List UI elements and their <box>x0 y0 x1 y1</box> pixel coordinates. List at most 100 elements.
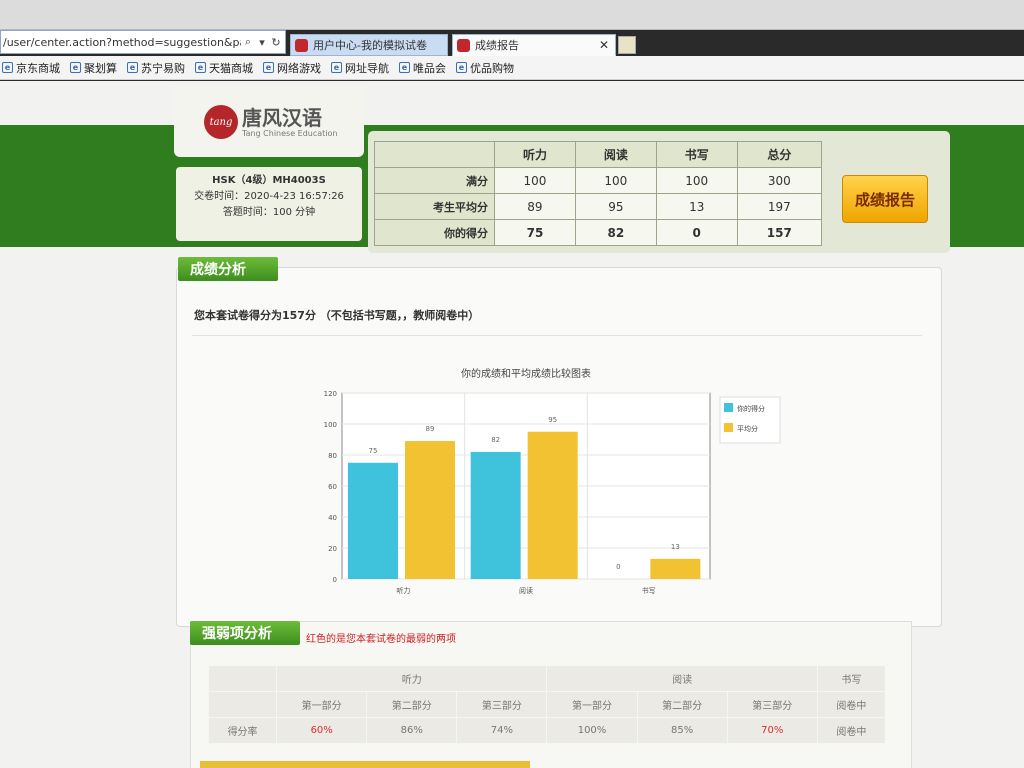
ie-page-icon: e <box>456 62 467 73</box>
score-cell: 100 <box>494 167 576 194</box>
submit-time: 交卷时间：2020-4-23 16:57:26 <box>194 191 344 202</box>
bar <box>348 462 398 579</box>
bookmark-item[interactable]: e 聚划算 <box>70 60 117 76</box>
dropdown-icon[interactable]: ▾ <box>255 35 269 49</box>
score-cell: 300 <box>736 167 823 194</box>
bookmarks-bar: e 京东商城 e 聚划算 e 苏宁易购 e 天猫商城 e 网络游戏 e 网址导航 e 唯品会 … <box>0 56 1024 80</box>
logo-name: 唐风汉语 <box>242 105 322 130</box>
search-icon[interactable]: ⌕ <box>241 35 255 49</box>
logo-mark: tang <box>204 105 238 139</box>
legend-label: 你的得分 <box>737 404 765 413</box>
refresh-icon[interactable]: ↻ <box>269 35 283 49</box>
group-header: 书写 <box>816 665 887 692</box>
x-tick-label: 听力 <box>396 586 410 595</box>
site-logo[interactable]: tang 唐风汉语 Tang Chinese Education <box>174 87 364 157</box>
group-header: 阅读 <box>546 665 818 692</box>
column-header: 书写 <box>655 141 738 168</box>
rate-cell: 86% <box>366 717 458 744</box>
table-corner <box>207 665 278 692</box>
table-row: 满分 100 100 100 300 <box>374 167 823 194</box>
y-tick-label: 120 <box>324 390 337 398</box>
bookmark-item[interactable]: e 优品购物 <box>456 60 514 76</box>
writing-status: 阅卷中 <box>816 691 887 718</box>
tab-user-center[interactable]: 用户中心-我的模拟试卷 <box>290 34 448 56</box>
logo-name-en: Tang Chinese Education <box>242 128 338 138</box>
bar <box>527 431 578 579</box>
weak-table: 听力 阅读 书写 第一部分 第二部分 第三部分 第一部分 第二部分 第三部分 阅… <box>207 665 887 744</box>
score-table: 听力 阅读 书写 总分 满分 100 100 100 300 考生平均分 89 … <box>374 141 823 246</box>
site-favicon-icon <box>295 38 308 52</box>
y-tick-label: 0 <box>333 576 337 584</box>
data-label: 82 <box>491 436 500 444</box>
data-label: 0 <box>616 563 620 571</box>
ie-page-icon: e <box>2 62 13 73</box>
column-header: 听力 <box>494 141 576 168</box>
legend-swatch <box>724 403 733 412</box>
row-label: 你的得分 <box>374 219 495 246</box>
new-tab-button[interactable] <box>618 36 636 54</box>
legend-label: 平均分 <box>737 424 758 433</box>
score-cell: 100 <box>574 167 657 194</box>
rate-cell: 60% <box>276 717 368 744</box>
bookmark-item[interactable]: e 苏宁易购 <box>127 60 185 76</box>
browser-titlebar <box>0 0 1024 30</box>
table-row: 第一部分 第二部分 第三部分 第一部分 第二部分 第三部分 阅卷中 <box>207 691 887 718</box>
score-summary: 您本套试卷得分为157分 （不包括书写题，，教师阅卷中） <box>194 309 480 322</box>
bookmark-item[interactable]: e 唯品会 <box>399 60 446 76</box>
bookmark-item[interactable]: e 网址导航 <box>331 60 389 76</box>
tab-score-report[interactable]: 成绩报告 ✕ <box>452 34 616 56</box>
exam-title: HSK（4级）MH4003S <box>212 175 326 186</box>
bar <box>650 558 701 579</box>
row-label: 满分 <box>374 167 495 194</box>
bookmark-item[interactable]: e 京东商城 <box>2 60 60 76</box>
tab-label: 用户中心-我的模拟试卷 <box>313 39 427 52</box>
x-tick-label: 阅读 <box>519 586 533 595</box>
score-comparison-chart: 你的成绩和平均成绩比较图表 0 20 40 60 80 100 120 75 89 听力 82 95 阅读… <box>324 367 781 595</box>
part-header: 第三部分 <box>456 691 548 718</box>
chart-title: 你的成绩和平均成绩比较图表 <box>461 367 591 380</box>
bookmark-item[interactable]: e 网络游戏 <box>263 60 321 76</box>
address-text[interactable]: /user/center.action?method=suggestion&pa… <box>1 36 241 49</box>
score-cell: 197 <box>736 193 823 220</box>
column-header: 总分 <box>736 141 823 168</box>
score-report-button[interactable]: 成绩报告 <box>842 175 928 223</box>
score-panel: 听力 阅读 书写 总分 满分 100 100 100 300 考生平均分 89 … <box>368 131 950 253</box>
score-cell: 100 <box>655 167 738 194</box>
table-corner <box>207 691 278 718</box>
table-corner <box>374 141 495 168</box>
group-header: 听力 <box>276 665 548 692</box>
score-cell: 95 <box>574 193 657 220</box>
score-cell: 82 <box>574 219 657 246</box>
exam-info: HSK（4级）MH4003S 交卷时间：2020-4-23 16:57:26 答… <box>176 167 362 241</box>
part-header: 第一部分 <box>276 691 368 718</box>
ie-page-icon: e <box>195 62 206 73</box>
score-cell: 75 <box>494 219 576 246</box>
data-label: 75 <box>369 447 378 455</box>
ie-page-icon: e <box>331 62 342 73</box>
tab-label: 成绩报告 <box>475 39 519 52</box>
score-cell: 0 <box>655 219 738 246</box>
writing-status: 阅卷中 <box>816 717 887 744</box>
page-content: tang 唐风汉语 Tang Chinese Education HSK（4级）… <box>0 81 1024 768</box>
bar <box>470 451 521 579</box>
divider <box>192 335 922 336</box>
y-tick-label: 40 <box>328 514 337 522</box>
table-row: 你的得分 75 82 0 157 <box>374 219 823 246</box>
ie-page-icon: e <box>70 62 81 73</box>
data-label: 89 <box>426 425 435 433</box>
weak-note: 红色的是您本套试卷的最弱的两项 <box>306 634 456 645</box>
data-label: 13 <box>671 543 680 551</box>
bookmark-item[interactable]: e 天猫商城 <box>195 60 253 76</box>
part-header: 第三部分 <box>726 691 818 718</box>
table-row: 考生平均分 89 95 13 197 <box>374 193 823 220</box>
table-row: 得分率 60% 86% 74% 100% 85% 70% 阅卷中 <box>207 717 887 744</box>
x-tick-label: 书写 <box>642 586 656 595</box>
rate-cell: 100% <box>546 717 638 744</box>
y-tick-label: 60 <box>328 483 337 491</box>
ie-page-icon: e <box>263 62 274 73</box>
close-icon[interactable]: ✕ <box>599 38 609 52</box>
rate-cell: 85% <box>636 717 728 744</box>
row-label: 得分率 <box>207 717 278 744</box>
footer-bar <box>200 761 530 768</box>
address-bar[interactable]: /user/center.action?method=suggestion&pa… <box>0 30 286 54</box>
